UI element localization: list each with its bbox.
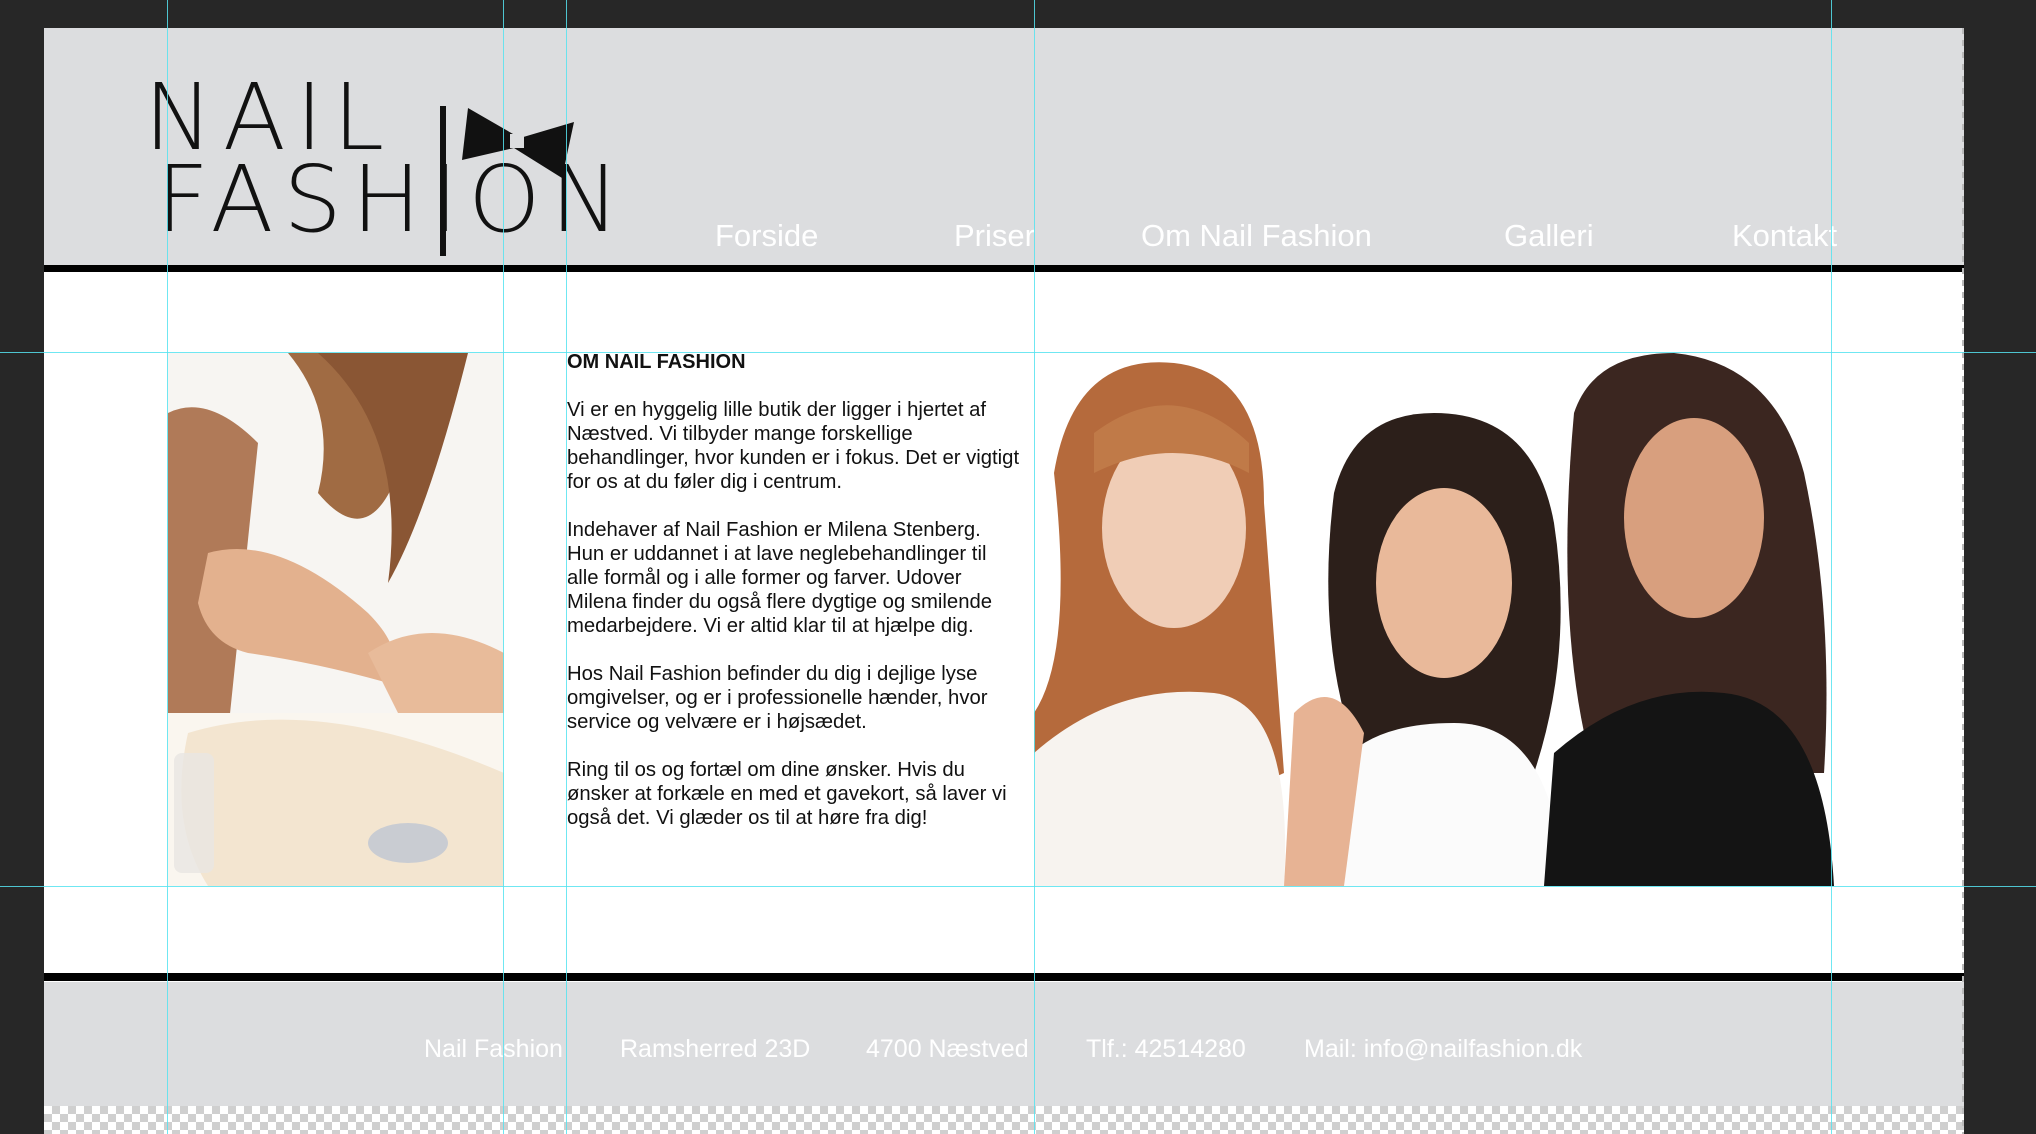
guide-line-vertical[interactable]	[167, 0, 168, 1134]
header-divider	[44, 265, 1964, 272]
nav-item-priser[interactable]: Priser	[954, 218, 1035, 254]
nav-item-galleri[interactable]: Galleri	[1504, 218, 1594, 254]
guide-line-horizontal[interactable]	[0, 886, 2036, 887]
guide-line-vertical[interactable]	[566, 0, 567, 1134]
three-women-photo	[1034, 353, 1834, 886]
manicure-photo	[168, 353, 504, 886]
article-paragraph-1: Vi er en hyggelig lille butik der ligger…	[567, 399, 1020, 493]
nav-item-om-nail-fashion[interactable]: Om Nail Fashion	[1141, 218, 1372, 254]
about-article: OM NAIL FASHION Vi er en hyggelig lille …	[567, 350, 1022, 854]
site-footer: Nail Fashion Ramsherred 23D 4700 Næstved…	[44, 982, 1964, 1107]
guide-line-vertical[interactable]	[1034, 0, 1035, 1134]
design-canvas: NAIL FASHION Forside Priser Om Nail Fash…	[44, 28, 1964, 1134]
footer-city: 4700 Næstved	[866, 1035, 1029, 1063]
site-header: NAIL FASHION Forside Priser Om Nail Fash…	[44, 28, 1964, 265]
footer-email-link[interactable]: Mail: info@nailfashion.dk	[1304, 1035, 1582, 1064]
footer-company-name: Nail Fashion	[424, 1035, 563, 1063]
bow-tie-icon	[462, 108, 574, 178]
article-title: OM NAIL FASHION	[567, 351, 746, 373]
article-paragraph-4: Ring til os og fortæl om dine ønsker. Hv…	[567, 759, 1007, 829]
canvas-right-edge	[1962, 28, 1964, 1134]
guide-line-horizontal[interactable]	[0, 352, 2036, 353]
footer-phone-link[interactable]: Tlf.: 42514280	[1086, 1035, 1246, 1064]
guide-line-vertical[interactable]	[503, 0, 504, 1134]
article-paragraph-3: Hos Nail Fashion befinder du dig i dejli…	[567, 663, 988, 733]
transparent-area	[44, 1106, 1964, 1134]
article-paragraph-2: Indehaver af Nail Fashion er Milena Sten…	[567, 519, 993, 637]
footer-address: Ramsherred 23D	[620, 1035, 811, 1063]
nav-item-kontakt[interactable]: Kontakt	[1732, 218, 1837, 254]
main-nav: Forside Priser Om Nail Fashion Galleri K…	[44, 218, 1964, 266]
nav-item-forside[interactable]: Forside	[715, 218, 818, 254]
footer-divider	[44, 973, 1964, 981]
guide-line-vertical[interactable]	[1831, 0, 1832, 1134]
